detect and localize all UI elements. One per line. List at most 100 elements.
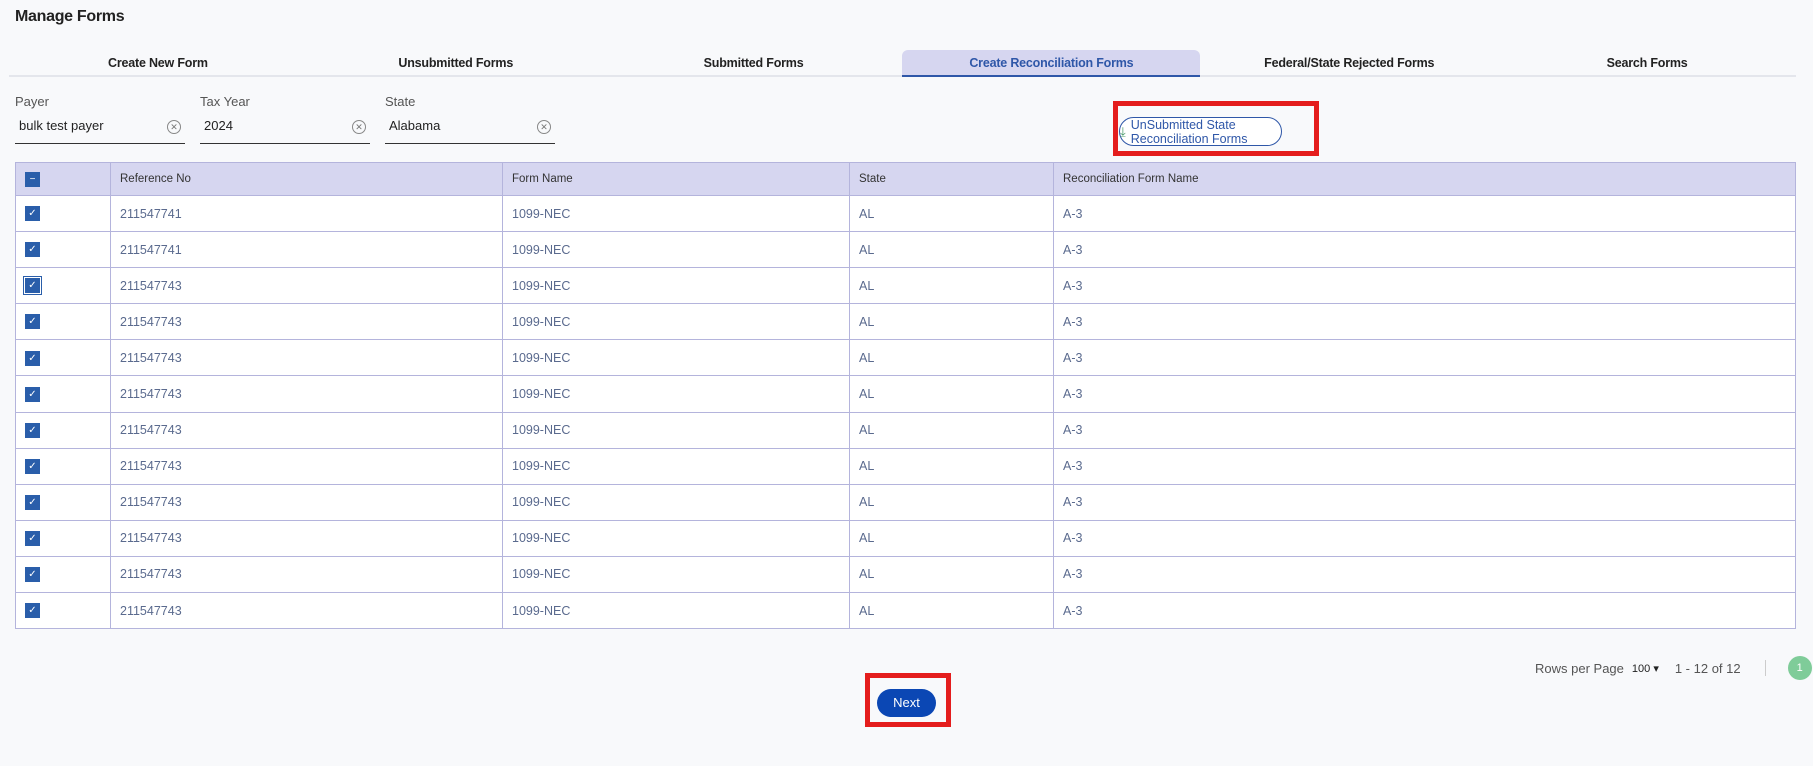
select-cell: ✓ xyxy=(15,194,111,233)
header-reconciliation-form-name[interactable]: Reconciliation Form Name xyxy=(1053,162,1796,196)
clear-icon[interactable]: ✕ xyxy=(167,120,181,134)
table-row[interactable]: ✓ 211547743 1099-NEC AL A-3 xyxy=(15,267,1796,305)
cell-reference-no: 211547743 xyxy=(110,303,503,341)
cell-reference-no: 211547743 xyxy=(110,411,503,449)
row-checkbox[interactable]: ✓ xyxy=(25,386,40,402)
state-input[interactable]: Alabama ✕ xyxy=(385,114,555,144)
cell-state: AL xyxy=(849,411,1054,449)
cell-state: AL xyxy=(849,194,1054,233)
cell-reference-no: 211547743 xyxy=(110,555,503,594)
table-row[interactable]: ✓ 211547743 1099-NEC AL A-3 xyxy=(15,447,1796,485)
cell-state: AL xyxy=(849,447,1054,485)
cell-form-name: 1099-NEC xyxy=(502,339,850,377)
tax-year-value: 2024 xyxy=(204,118,233,133)
clear-icon[interactable]: ✕ xyxy=(352,120,366,134)
pagination: Rows per Page 100 ▾ 1 - 12 of 12 1 xyxy=(1535,656,1812,680)
cell-reconciliation-form-name: A-3 xyxy=(1053,339,1796,377)
cell-reconciliation-form-name: A-3 xyxy=(1053,483,1796,521)
cell-form-name: 1099-NEC xyxy=(502,519,850,557)
cell-form-name: 1099-NEC xyxy=(502,231,850,269)
cell-reference-no: 211547743 xyxy=(110,592,503,630)
table-row[interactable]: ✓ 211547743 1099-NEC AL A-3 xyxy=(15,519,1796,557)
select-cell: ✓ xyxy=(15,555,111,594)
cell-form-name: 1099-NEC xyxy=(502,303,850,341)
select-cell: ✓ xyxy=(15,339,111,377)
cell-form-name: 1099-NEC xyxy=(502,267,850,305)
table-row[interactable]: ✓ 211547741 1099-NEC AL A-3 xyxy=(15,194,1796,233)
forms-table: − Reference No Form Name State Reconcili… xyxy=(15,162,1796,630)
tax-year-input[interactable]: 2024 ✕ xyxy=(200,114,370,144)
caret-down-icon: ▾ xyxy=(1653,662,1659,675)
next-button[interactable]: Next xyxy=(877,689,936,717)
select-cell: ✓ xyxy=(15,447,111,485)
select-cell: ✓ xyxy=(15,375,111,413)
row-checkbox[interactable]: ✓ xyxy=(25,530,40,546)
row-checkbox[interactable]: ✓ xyxy=(23,276,42,296)
cell-reference-no: 211547743 xyxy=(110,519,503,557)
cell-reconciliation-form-name: A-3 xyxy=(1053,194,1796,233)
tab-create-new-form[interactable]: Create New Form xyxy=(9,50,307,75)
tab-create-reconciliation-forms[interactable]: Create Reconciliation Forms xyxy=(902,50,1201,77)
row-checkbox[interactable]: ✓ xyxy=(25,314,40,330)
cell-form-name: 1099-NEC xyxy=(502,194,850,233)
rows-per-page-label: Rows per Page xyxy=(1535,660,1624,676)
tab-submitted-forms[interactable]: Submitted Forms xyxy=(605,50,903,75)
cell-reconciliation-form-name: A-3 xyxy=(1053,303,1796,341)
table-row[interactable]: ✓ 211547743 1099-NEC AL A-3 xyxy=(15,555,1796,594)
download-icon: ⤓ xyxy=(1120,123,1126,139)
header-state[interactable]: State xyxy=(849,162,1054,196)
payer-value: bulk test payer xyxy=(19,118,104,133)
table-row[interactable]: ✓ 211547743 1099-NEC AL A-3 xyxy=(15,411,1796,449)
cell-reconciliation-form-name: A-3 xyxy=(1053,447,1796,485)
select-cell: ✓ xyxy=(15,267,111,305)
cell-reconciliation-form-name: A-3 xyxy=(1053,231,1796,269)
row-checkbox[interactable]: ✓ xyxy=(25,422,40,438)
page-button-current[interactable]: 1 xyxy=(1787,656,1812,680)
select-cell: ✓ xyxy=(15,303,111,341)
row-checkbox[interactable]: ✓ xyxy=(25,603,40,619)
tab-rejected-forms[interactable]: Federal/State Rejected Forms xyxy=(1200,50,1498,75)
select-cell: ✓ xyxy=(15,483,111,521)
rows-per-page-select[interactable]: 100 ▾ xyxy=(1632,662,1659,675)
row-checkbox[interactable]: ✓ xyxy=(25,242,40,258)
clear-icon[interactable]: ✕ xyxy=(537,120,551,134)
cell-state: AL xyxy=(849,339,1054,377)
cell-reference-no: 211547743 xyxy=(110,447,503,485)
row-checkbox[interactable]: ✓ xyxy=(25,350,40,366)
cell-form-name: 1099-NEC xyxy=(502,592,850,630)
cell-reference-no: 211547741 xyxy=(110,231,503,269)
cell-reference-no: 211547743 xyxy=(110,375,503,413)
table-row[interactable]: ✓ 211547743 1099-NEC AL A-3 xyxy=(15,592,1796,630)
cell-reconciliation-form-name: A-3 xyxy=(1053,375,1796,413)
row-checkbox[interactable]: ✓ xyxy=(25,458,40,474)
table-row[interactable]: ✓ 211547743 1099-NEC AL A-3 xyxy=(15,483,1796,521)
state-label: State xyxy=(385,94,416,109)
row-checkbox[interactable]: ✓ xyxy=(25,494,40,510)
table-row[interactable]: ✓ 211547741 1099-NEC AL A-3 xyxy=(15,231,1796,269)
cell-reconciliation-form-name: A-3 xyxy=(1053,267,1796,305)
select-cell: ✓ xyxy=(15,519,111,557)
table-row[interactable]: ✓ 211547743 1099-NEC AL A-3 xyxy=(15,375,1796,413)
cell-reference-no: 211547743 xyxy=(110,483,503,521)
state-value: Alabama xyxy=(389,118,441,133)
tab-unsubmitted-forms[interactable]: Unsubmitted Forms xyxy=(307,50,605,75)
payer-input[interactable]: bulk test payer ✕ xyxy=(15,114,185,144)
table-row[interactable]: ✓ 211547743 1099-NEC AL A-3 xyxy=(15,303,1796,341)
header-form-name[interactable]: Form Name xyxy=(502,162,850,196)
table-header-row: − Reference No Form Name State Reconcili… xyxy=(15,162,1796,196)
cell-state: AL xyxy=(849,555,1054,594)
rows-per-page-value: 100 xyxy=(1631,662,1651,675)
header-reference-no[interactable]: Reference No xyxy=(110,162,503,196)
cell-state: AL xyxy=(849,375,1054,413)
row-checkbox[interactable]: ✓ xyxy=(25,206,40,222)
tab-search-forms[interactable]: Search Forms xyxy=(1498,50,1796,75)
select-all-cell: − xyxy=(15,162,111,196)
cell-state: AL xyxy=(849,303,1054,341)
cell-reconciliation-form-name: A-3 xyxy=(1053,555,1796,594)
table-row[interactable]: ✓ 211547743 1099-NEC AL A-3 xyxy=(15,339,1796,377)
row-checkbox[interactable]: ✓ xyxy=(25,567,40,583)
download-unsubmitted-reconciliation-button[interactable]: ⤓ UnSubmitted State Reconciliation Forms xyxy=(1119,117,1282,146)
select-all-checkbox[interactable]: − xyxy=(25,171,40,187)
cell-form-name: 1099-NEC xyxy=(502,555,850,594)
cell-reference-no: 211547741 xyxy=(110,194,503,233)
